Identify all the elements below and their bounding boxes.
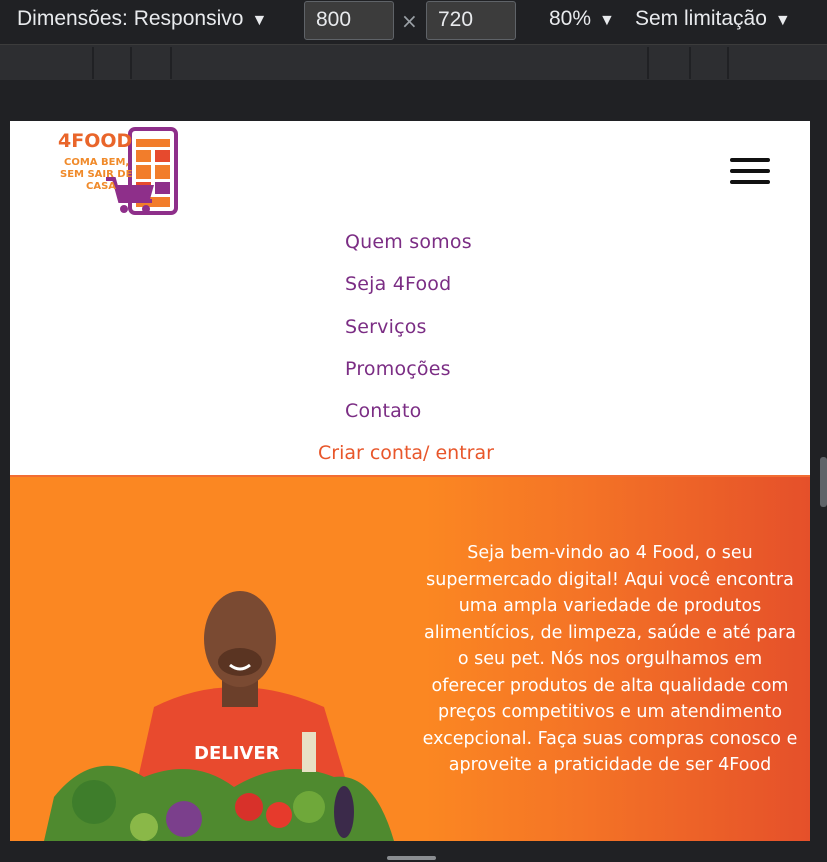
hero-welcome-text: Seja bem-vindo ao 4 Food, o seu supermer… <box>422 543 798 775</box>
nav-item-seja-4food[interactable]: Seja 4Food <box>345 273 451 295</box>
throttle-label: Sem limitação <box>635 7 767 30</box>
logo-brand: 4FOOD <box>58 130 132 152</box>
scrollbar-thumb[interactable] <box>820 457 827 507</box>
throttle-dropdown[interactable]: Sem limitação ▼ <box>635 7 791 31</box>
height-input[interactable]: 720 <box>426 1 516 40</box>
dropdown-arrow-icon: ▼ <box>599 12 615 29</box>
page-viewport: 4FOOD COMA BEM, SEM SAIR DE CASA Quem so… <box>10 121 810 841</box>
dimensions-dropdown[interactable]: Dimensões: Responsivo ▼ <box>17 7 267 31</box>
nav-item-servicos[interactable]: Serviços <box>345 316 427 338</box>
media-query-segment[interactable] <box>689 47 691 79</box>
dropdown-arrow-icon: ▼ <box>774 12 791 29</box>
hamburger-menu-icon[interactable] <box>730 158 770 186</box>
create-account-login-link[interactable]: Criar conta/ entrar <box>318 442 494 464</box>
hero-section: DELIVER Seja bem-vindo ao 4 Food, o seu … <box>10 477 810 841</box>
times-symbol: × <box>401 9 418 33</box>
resize-handle[interactable] <box>387 856 436 860</box>
media-query-segment[interactable] <box>170 47 172 79</box>
logo-tagline-2: SEM SAIR DE <box>60 169 133 180</box>
media-query-segment[interactable] <box>647 47 649 79</box>
media-query-bar <box>0 44 827 80</box>
delivery-man-image: DELIVER <box>44 591 394 841</box>
devtools-device-toolbar: Dimensões: Responsivo ▼ 800 × 720 80% ▼ Se… <box>0 0 827 44</box>
logo-tagline-1: COMA BEM, <box>64 157 129 168</box>
width-input[interactable]: 800 <box>304 1 394 40</box>
logo-tagline-3: CASA <box>86 181 116 192</box>
media-query-segment[interactable] <box>727 47 729 79</box>
zoom-dropdown[interactable]: 80% ▼ <box>549 7 615 31</box>
site-logo[interactable]: 4FOOD COMA BEM, SEM SAIR DE CASA <box>56 127 180 215</box>
shirt-text: DELIVER <box>194 743 280 764</box>
zoom-label: 80% <box>549 7 592 30</box>
viewport-margin <box>0 80 827 121</box>
media-query-segment[interactable] <box>130 47 132 79</box>
nav-item-promocoes[interactable]: Promoções <box>345 358 451 380</box>
media-query-segment[interactable] <box>92 47 94 79</box>
dimensions-label: Dimensões: Responsivo <box>17 7 244 30</box>
dropdown-arrow-icon: ▼ <box>251 12 268 29</box>
nav-item-contato[interactable]: Contato <box>345 400 422 422</box>
nav-item-quem-somos[interactable]: Quem somos <box>345 231 472 253</box>
